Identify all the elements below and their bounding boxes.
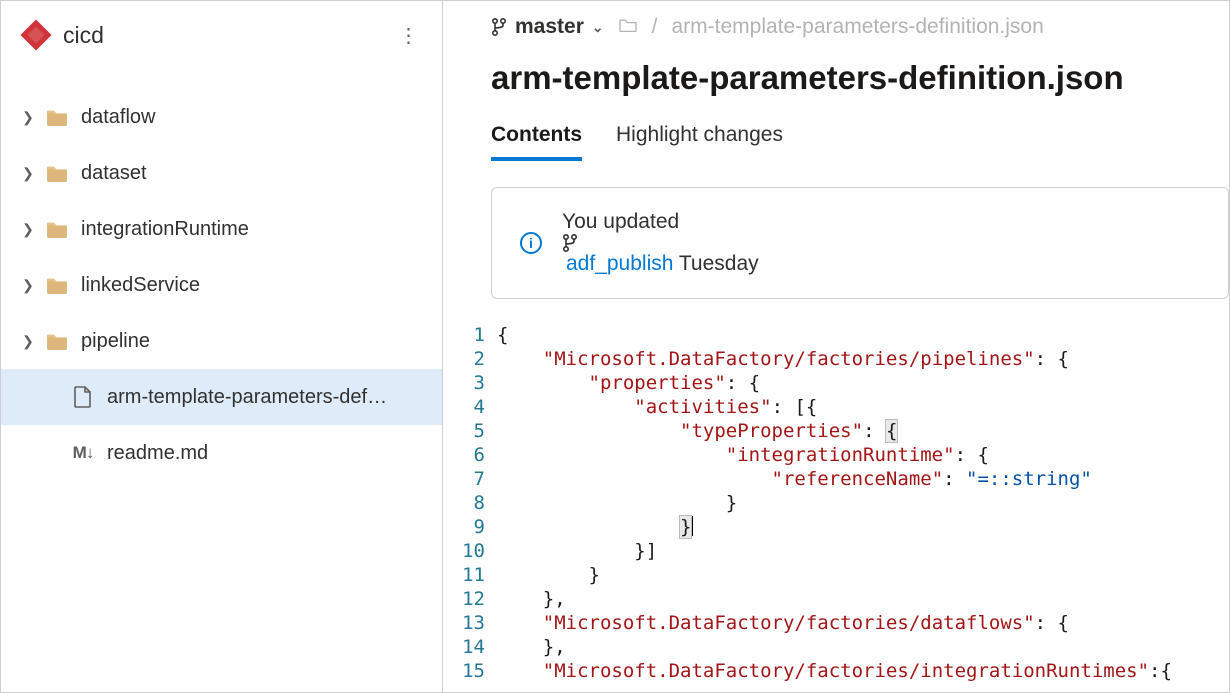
markdown-icon: M↓ — [71, 442, 95, 464]
line-number: 2 — [457, 347, 497, 371]
line-number: 1 — [457, 323, 497, 347]
tree-label: pipeline — [81, 330, 150, 353]
tree-label: linkedService — [81, 274, 200, 297]
line-number: 3 — [457, 371, 497, 395]
line-number: 14 — [457, 635, 497, 659]
line-number: 5 — [457, 419, 497, 443]
folder-icon — [45, 274, 69, 296]
tree-folder-pipeline[interactable]: ❯ pipeline — [1, 313, 442, 369]
line-number: 13 — [457, 611, 497, 635]
page-title: arm-template-parameters-definition.json — [443, 59, 1229, 115]
tree-label: arm-template-parameters-def… — [107, 386, 387, 409]
tree-folder-dataflow[interactable]: ❯ dataflow — [1, 89, 442, 145]
text-caret — [691, 516, 693, 536]
tree-label: dataflow — [81, 106, 156, 129]
info-icon: i — [520, 232, 542, 254]
line-number: 4 — [457, 395, 497, 419]
git-repo-icon — [20, 19, 51, 50]
line-number: 6 — [457, 443, 497, 467]
tree-label: integrationRuntime — [81, 218, 249, 241]
folder-icon — [45, 330, 69, 352]
breadcrumb-root[interactable] — [618, 15, 638, 39]
notice-branch-link[interactable]: adf_publish — [566, 252, 673, 275]
code-editor[interactable]: 1{ 2 "Microsoft.DataFactory/factories/pi… — [443, 323, 1229, 692]
line-number: 8 — [457, 491, 497, 515]
breadcrumb: master ⌄ / arm-template-parameters-defin… — [443, 15, 1229, 59]
notice-prefix: You updated — [562, 210, 679, 233]
chevron-right-icon: ❯ — [19, 333, 37, 350]
tree-folder-dataset[interactable]: ❯ dataset — [1, 145, 442, 201]
chevron-right-icon: ❯ — [19, 221, 37, 238]
branch-icon — [562, 234, 759, 252]
line-number: 9 — [457, 515, 497, 539]
branch-name: master — [515, 15, 584, 39]
line-number: 10 — [457, 539, 497, 563]
breadcrumb-separator: / — [652, 15, 658, 39]
main-content: master ⌄ / arm-template-parameters-defin… — [443, 1, 1229, 692]
file-icon — [71, 386, 95, 408]
folder-icon — [45, 162, 69, 184]
tree-file-arm-template[interactable]: ❯ arm-template-parameters-def… — [1, 369, 442, 425]
line-number: 7 — [457, 467, 497, 491]
line-number: 11 — [457, 563, 497, 587]
folder-icon — [45, 106, 69, 128]
notice-suffix: Tuesday — [673, 252, 758, 275]
tree-label: dataset — [81, 162, 147, 185]
line-number: 15 — [457, 659, 497, 683]
repo-name[interactable]: cicd — [63, 22, 392, 49]
file-tabs: Contents Highlight changes — [443, 115, 1229, 161]
chevron-right-icon: ❯ — [19, 277, 37, 294]
more-actions-button[interactable]: ⋮ — [392, 19, 424, 51]
branch-icon — [491, 18, 507, 36]
file-tree: ❯ dataflow ❯ dataset ❯ integrationRuntim… — [1, 69, 442, 481]
folder-icon — [45, 218, 69, 240]
tab-contents[interactable]: Contents — [491, 115, 582, 161]
notice-text: You updated adf_publish Tuesday — [562, 210, 759, 276]
tab-highlight-changes[interactable]: Highlight changes — [616, 115, 783, 161]
tree-label: readme.md — [107, 442, 208, 465]
file-tree-sidebar: cicd ⋮ ❯ dataflow ❯ dataset ❯ — [1, 1, 443, 692]
breadcrumb-file[interactable]: arm-template-parameters-definition.json — [671, 15, 1043, 39]
tree-folder-integrationruntime[interactable]: ❯ integrationRuntime — [1, 201, 442, 257]
update-notice: i You updated adf_publish Tuesday — [491, 187, 1229, 299]
chevron-down-icon: ⌄ — [592, 19, 604, 36]
chevron-right-icon: ❯ — [19, 109, 37, 126]
line-number: 12 — [457, 587, 497, 611]
tree-file-readme[interactable]: ❯ M↓ readme.md — [1, 425, 442, 481]
branch-selector[interactable]: master ⌄ — [491, 15, 604, 39]
chevron-right-icon: ❯ — [19, 165, 37, 182]
tree-folder-linkedservice[interactable]: ❯ linkedService — [1, 257, 442, 313]
